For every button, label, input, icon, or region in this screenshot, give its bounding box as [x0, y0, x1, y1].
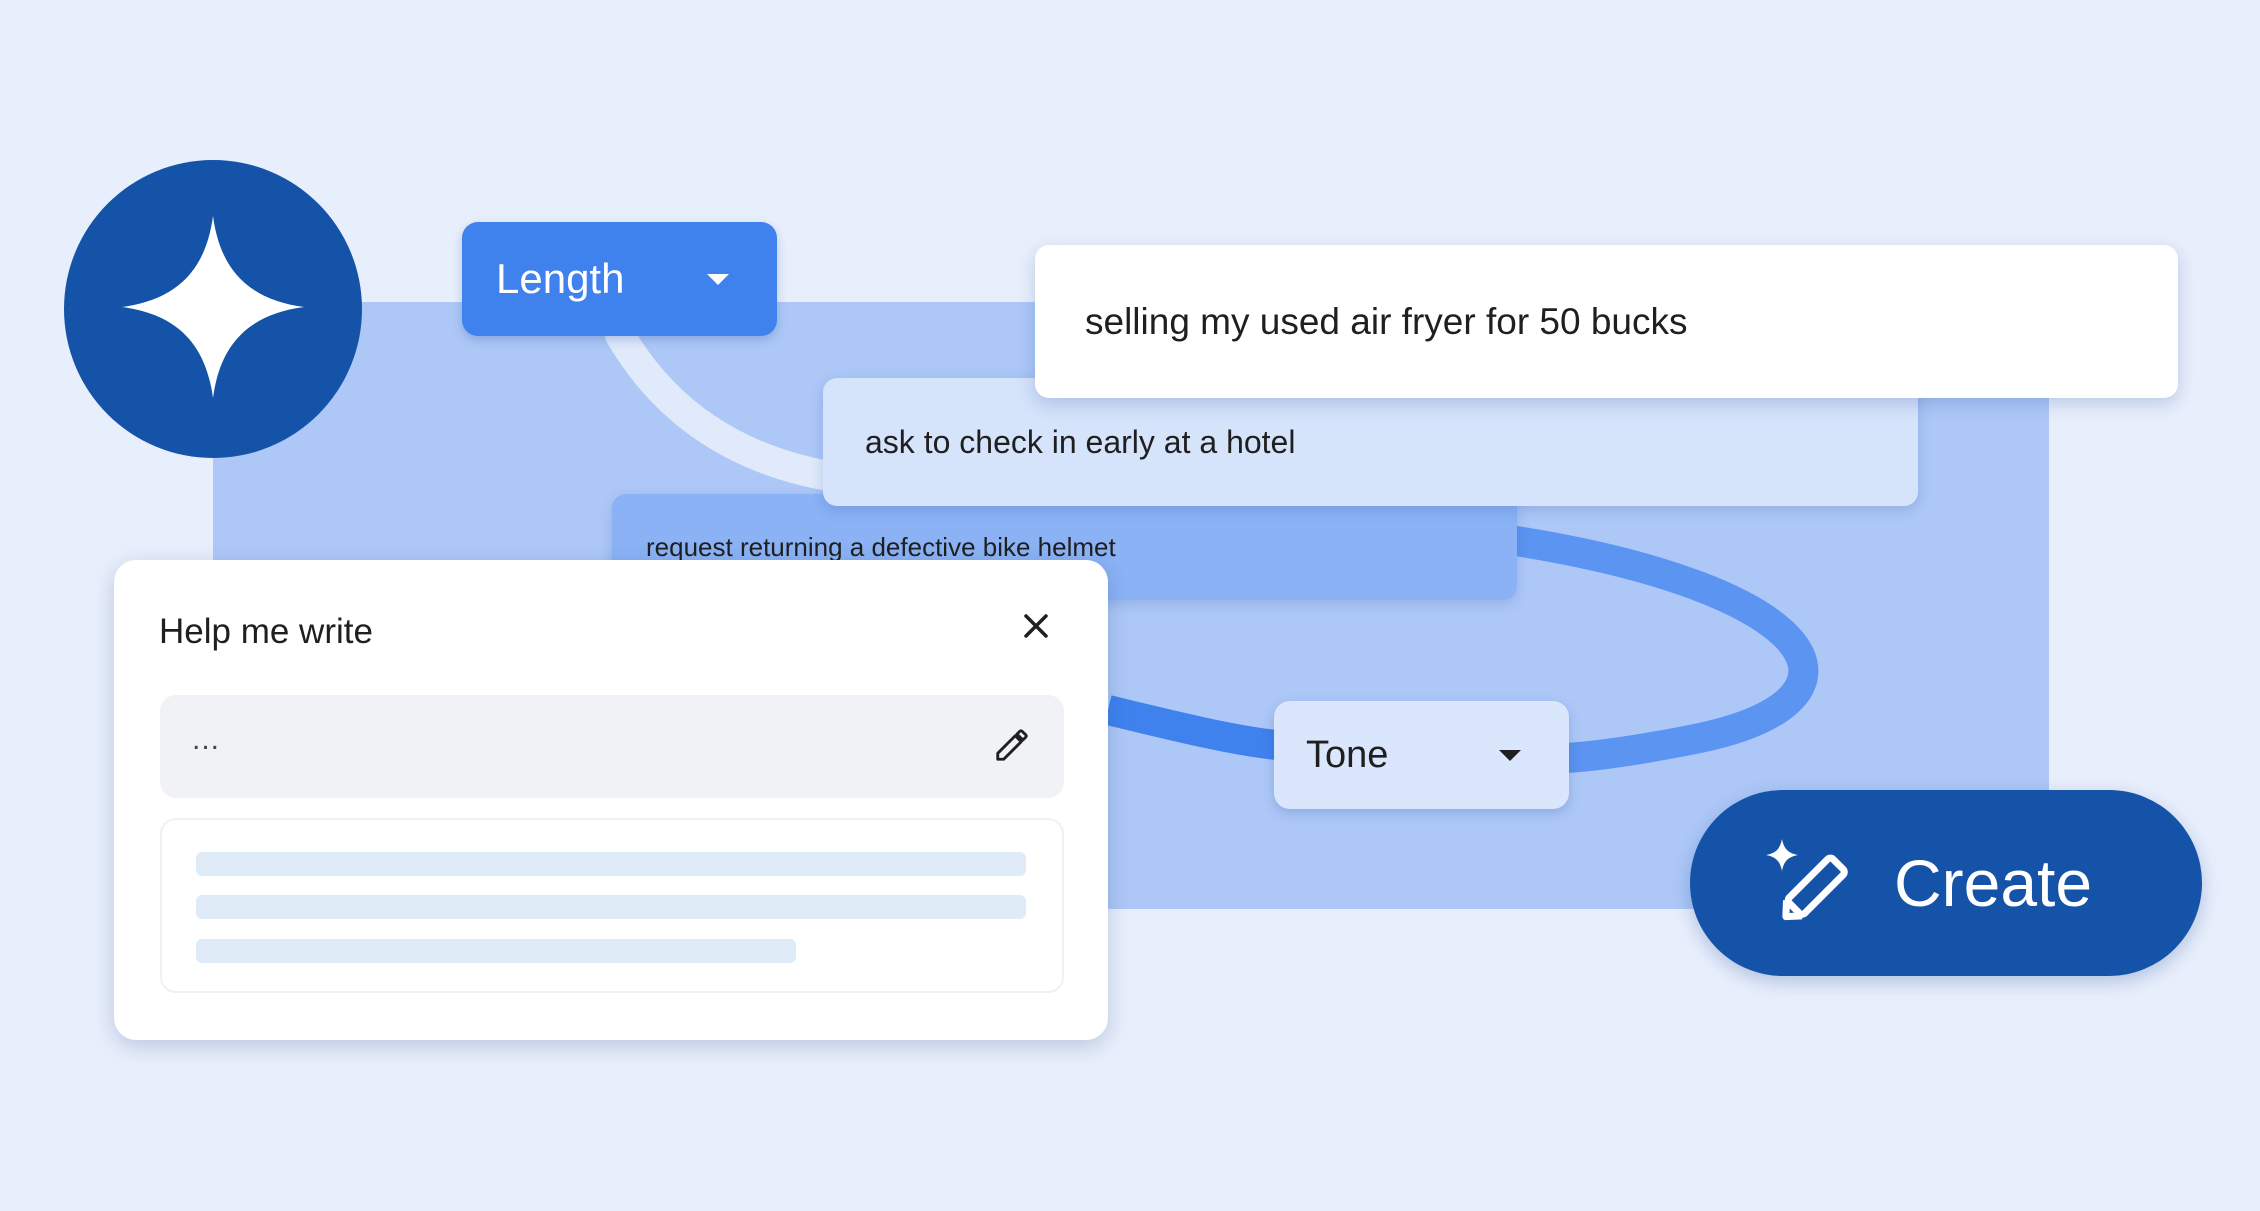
- prompt-input-value: ...: [192, 723, 221, 756]
- magic-pen-icon: [1758, 835, 1850, 932]
- prompt-suggestion-text: ask to check in early at a hotel: [865, 423, 1296, 460]
- skeleton-line: [196, 939, 796, 963]
- arrow-drop-down-icon: [1499, 749, 1521, 761]
- sparkle-icon: [122, 215, 304, 403]
- pencil-icon: [993, 726, 1031, 769]
- skeleton-line: [196, 852, 1026, 876]
- close-icon: [1021, 611, 1051, 646]
- tone-dropdown-label: Tone: [1306, 733, 1389, 776]
- output-placeholder: [160, 818, 1064, 993]
- prompt-input[interactable]: ...: [160, 695, 1064, 798]
- prompt-suggestion-1[interactable]: selling my used air fryer for 50 bucks: [1035, 245, 2178, 398]
- gemini-logo: [64, 160, 362, 458]
- prompt-suggestion-text: request returning a defective bike helme…: [646, 531, 1116, 562]
- length-dropdown[interactable]: Length: [462, 222, 777, 336]
- create-button[interactable]: Create: [1690, 790, 2202, 976]
- card-title: Help me write: [159, 612, 373, 651]
- tone-dropdown[interactable]: Tone: [1274, 701, 1569, 809]
- prompt-suggestion-text: selling my used air fryer for 50 bucks: [1085, 300, 1688, 342]
- help-me-write-card: Help me write ...: [114, 560, 1108, 1040]
- arrow-drop-down-icon: [707, 273, 729, 285]
- close-button[interactable]: [1012, 604, 1060, 652]
- skeleton-line: [196, 895, 1026, 919]
- create-button-label: Create: [1894, 846, 2093, 920]
- length-dropdown-label: Length: [496, 255, 625, 302]
- edit-button[interactable]: [990, 725, 1034, 769]
